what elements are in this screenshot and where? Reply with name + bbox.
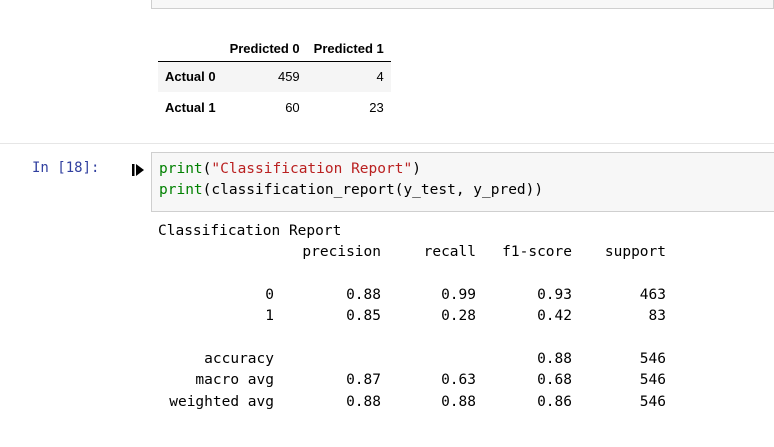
- report-row: 1 0.85 0.28 0.42 83: [158, 306, 666, 327]
- report-header: recall: [423, 244, 476, 260]
- report-label: 0: [265, 286, 274, 303]
- report-value: 0.68: [537, 372, 572, 389]
- code-text: (classification_report(y_test, y_pred)): [202, 182, 544, 198]
- table-cell: 60: [285, 100, 300, 115]
- report-value: 546: [639, 393, 666, 410]
- code-builtin: print: [159, 161, 203, 177]
- report-label: macro avg: [195, 372, 274, 389]
- report-summary-row: macro avg 0.87 0.63 0.68 546: [158, 370, 666, 391]
- report-label: 1: [265, 308, 274, 325]
- report-value: 0.88: [441, 393, 476, 410]
- report-header-row: precision recall f1-score support: [158, 242, 666, 263]
- report-value: 0.85: [346, 308, 381, 325]
- report-value: 0.93: [537, 286, 572, 303]
- report-value: 0.88: [537, 351, 572, 367]
- column-header: Predicted 0: [229, 41, 300, 57]
- run-cell-icon[interactable]: [132, 163, 145, 177]
- report-value: 0.63: [441, 372, 476, 389]
- report-value: 0.86: [537, 393, 572, 410]
- report-value: 463: [639, 286, 666, 303]
- table-cell: 4: [376, 69, 384, 85]
- report-label: accuracy: [204, 351, 274, 367]
- report-row: 0 0.88 0.99 0.93 463: [158, 285, 666, 306]
- report-header: precision: [302, 244, 381, 260]
- report-label: weighted avg: [169, 393, 274, 410]
- code-string: "Classification Report": [211, 161, 413, 177]
- cell-separator: [0, 143, 774, 144]
- code-text: ): [412, 161, 421, 177]
- report-value: 546: [639, 351, 666, 367]
- table-row: Actual 1 60 23: [158, 92, 391, 123]
- table-cell: 459: [277, 69, 300, 85]
- report-value: 0.99: [441, 286, 476, 303]
- report-value: 0.28: [441, 308, 476, 325]
- report-value: 0.42: [537, 308, 572, 325]
- report-value: 0.87: [346, 372, 381, 389]
- report-header: f1-score: [502, 244, 572, 260]
- index-header: [158, 37, 223, 61]
- cell-prompt: In [18]:: [32, 160, 100, 176]
- previous-cell-input[interactable]: [151, 0, 774, 9]
- classification-report: precision recall f1-score support 0 0.88…: [158, 242, 666, 413]
- output-title: Classification Report: [158, 223, 342, 239]
- confusion-matrix-table: Predicted 0 Predicted 1 Actual 0 459 4 A…: [158, 37, 391, 123]
- report-value: 0.88: [346, 286, 381, 303]
- row-label: Actual 1: [165, 100, 216, 115]
- report-header: support: [604, 244, 666, 260]
- table-header-row: Predicted 0 Predicted 1: [158, 37, 391, 61]
- row-label: Actual 0: [165, 69, 216, 85]
- code-editor[interactable]: print("Classification Report") print(cla…: [159, 159, 543, 201]
- code-builtin: print: [159, 182, 203, 198]
- column-header: Predicted 1: [313, 41, 384, 57]
- report-value: 83: [648, 308, 666, 325]
- table-row: Actual 0 459 4: [158, 61, 391, 92]
- report-value: 0.88: [346, 393, 381, 410]
- report-value: [274, 349, 381, 370]
- table-cell: 23: [369, 100, 384, 115]
- report-value: [381, 349, 476, 370]
- report-value: 546: [639, 372, 666, 389]
- report-summary-row: weighted avg 0.88 0.88 0.86 546: [158, 392, 666, 413]
- report-summary-row: accuracy 0.88 546: [158, 349, 666, 370]
- code-input-area[interactable]: print("Classification Report") print(cla…: [151, 152, 774, 212]
